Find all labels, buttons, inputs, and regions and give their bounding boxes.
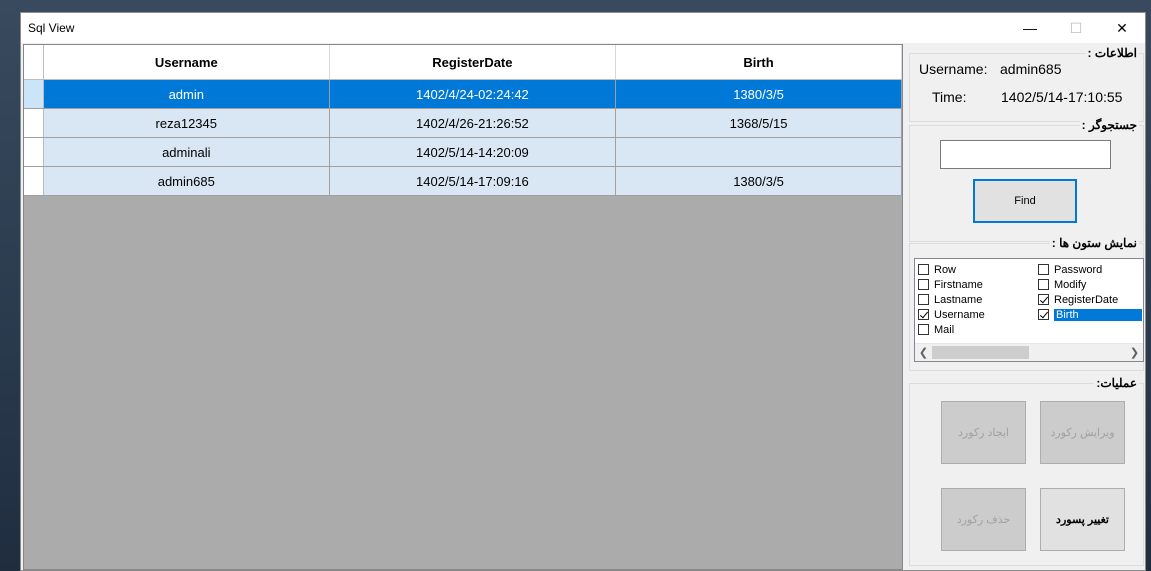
cell-birth[interactable]: 1380/3/5 xyxy=(615,166,902,196)
cell-birth[interactable]: 1368/5/15 xyxy=(615,108,902,138)
search-group: جستجوگر : Find xyxy=(909,118,1144,242)
columns-group-label: نمایش ستون ها : xyxy=(1049,236,1139,250)
checkbox-modify[interactable]: Modify xyxy=(1038,277,1086,292)
row-header[interactable] xyxy=(24,108,44,138)
checkbox-mail[interactable]: Mail xyxy=(918,322,954,337)
checkbox-icon[interactable] xyxy=(1038,264,1049,275)
cell-username[interactable]: admin xyxy=(43,79,330,109)
checkbox-birth[interactable]: Birth xyxy=(1038,307,1142,322)
column-header-username[interactable]: Username xyxy=(43,45,330,80)
checkbox-checked-icon[interactable] xyxy=(1038,294,1049,305)
checkbox-checked-icon[interactable] xyxy=(1038,309,1049,320)
edit-record-button[interactable]: ویرایش رکورد xyxy=(1040,401,1125,464)
cell-username[interactable]: reza12345 xyxy=(43,108,330,138)
checkbox-checked-icon[interactable] xyxy=(918,309,929,320)
column-checklist[interactable]: Row Firstname Lastname Username Mail Pas… xyxy=(914,258,1144,362)
cell-registerdate[interactable]: 1402/4/26-21:26:52 xyxy=(329,108,617,138)
cell-birth[interactable] xyxy=(615,137,902,167)
checkbox-icon[interactable] xyxy=(918,264,929,275)
scroll-thumb[interactable] xyxy=(932,346,1029,359)
cell-registerdate[interactable]: 1402/5/14-17:09:16 xyxy=(329,166,617,196)
info-group: اطلاعات : Username: admin685 Time: 1402/… xyxy=(909,46,1144,122)
table-row[interactable]: admin 1402/4/24-02:24:42 1380/3/5 xyxy=(24,79,902,109)
username-value: admin685 xyxy=(1000,61,1062,77)
checkbox-row[interactable]: Row xyxy=(918,262,956,277)
username-label: Username: xyxy=(919,61,988,77)
checkbox-password[interactable]: Password xyxy=(1038,262,1102,277)
checkbox-icon[interactable] xyxy=(1038,279,1049,290)
column-header-registerdate[interactable]: RegisterDate xyxy=(329,45,617,80)
time-value: 1402/5/14-17:10:55 xyxy=(1001,89,1123,105)
cell-birth[interactable]: 1380/3/5 xyxy=(615,79,902,109)
window-title: Sql View xyxy=(28,21,75,35)
checkbox-lastname[interactable]: Lastname xyxy=(918,292,982,307)
scroll-right-icon[interactable]: ❯ xyxy=(1126,344,1143,361)
time-label: Time: xyxy=(932,89,967,105)
scroll-left-icon[interactable]: ❮ xyxy=(915,344,932,361)
row-header[interactable] xyxy=(24,137,44,167)
row-header[interactable] xyxy=(24,79,44,109)
checkbox-registerdate[interactable]: RegisterDate xyxy=(1038,292,1118,307)
checkbox-firstname[interactable]: Firstname xyxy=(918,277,983,292)
create-record-button[interactable]: ایجاد رکورد xyxy=(941,401,1026,464)
checkbox-icon[interactable] xyxy=(918,324,929,335)
row-header[interactable] xyxy=(24,166,44,196)
title-bar: Sql View — ☐ ✕ xyxy=(21,13,1145,43)
close-icon[interactable]: ✕ xyxy=(1099,13,1145,43)
find-button[interactable]: Find xyxy=(973,179,1077,223)
checkbox-icon[interactable] xyxy=(918,294,929,305)
search-input[interactable] xyxy=(940,140,1111,169)
checkbox-username[interactable]: Username xyxy=(918,307,985,322)
row-header-corner[interactable] xyxy=(24,45,44,80)
maximize-icon[interactable]: ☐ xyxy=(1053,13,1099,43)
operations-group: عملیات: ایجاد رکورد ویرایش رکورد حذف رکو… xyxy=(909,376,1144,566)
checkbox-icon[interactable] xyxy=(918,279,929,290)
table-row[interactable]: reza12345 1402/4/26-21:26:52 1368/5/15 xyxy=(24,108,902,138)
column-header-birth[interactable]: Birth xyxy=(615,45,902,80)
cell-registerdate[interactable]: 1402/5/14-14:20:09 xyxy=(329,137,617,167)
search-group-label: جستجوگر : xyxy=(1079,118,1139,132)
operations-group-label: عملیات: xyxy=(1094,376,1139,390)
delete-record-button[interactable]: حذف رکورد xyxy=(941,488,1026,551)
info-group-label: اطلاعات : xyxy=(1085,46,1139,60)
columns-group: نمایش ستون ها : Row Firstname Lastname U… xyxy=(909,236,1144,371)
minimize-icon[interactable]: — xyxy=(1007,13,1053,43)
horizontal-scrollbar[interactable]: ❮ ❯ xyxy=(915,343,1143,361)
cell-username[interactable]: adminali xyxy=(43,137,330,167)
table-row[interactable]: admin685 1402/5/14-17:09:16 1380/3/5 xyxy=(24,166,902,196)
change-password-button[interactable]: تغییر پسورد xyxy=(1040,488,1125,551)
sql-view-window: Sql View — ☐ ✕ Username RegisterDate Bir… xyxy=(20,12,1146,571)
cell-registerdate[interactable]: 1402/4/24-02:24:42 xyxy=(329,79,617,109)
data-grid[interactable]: Username RegisterDate Birth admin 1402/4… xyxy=(23,44,903,570)
cell-username[interactable]: admin685 xyxy=(43,166,330,196)
table-row[interactable]: adminali 1402/5/14-14:20:09 xyxy=(24,137,902,167)
